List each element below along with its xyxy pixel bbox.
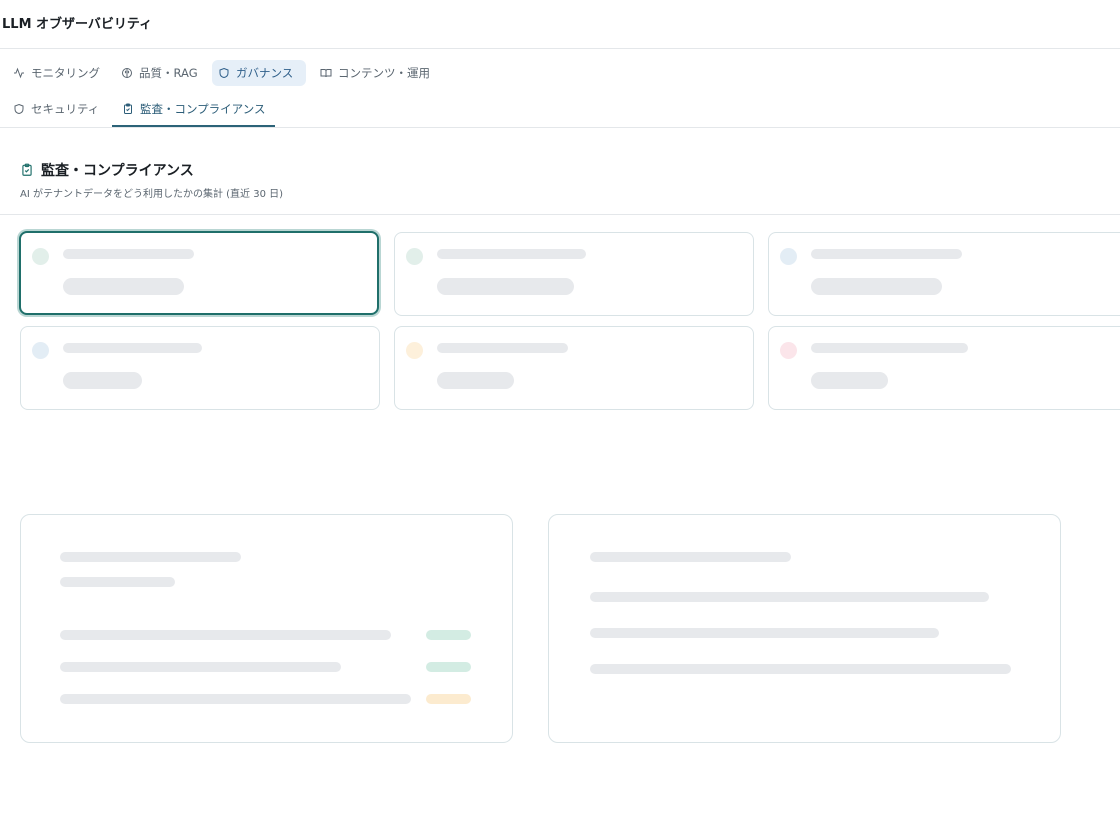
text-line-placeholder <box>590 592 989 602</box>
stat-card[interactable] <box>19 231 379 315</box>
shield-icon <box>219 67 229 79</box>
panel-title-placeholder <box>590 552 791 562</box>
book-icon <box>320 69 332 78</box>
stat-card[interactable] <box>768 326 1120 410</box>
brain-icon <box>122 68 132 78</box>
panel-subtitle-placeholder <box>60 577 175 587</box>
shield-icon <box>14 103 24 115</box>
tab-label: コンテンツ・運用 <box>338 66 430 80</box>
stat-icon-placeholder <box>780 248 797 265</box>
tab-content-ops[interactable]: コンテンツ・運用 <box>314 60 436 86</box>
tab-monitoring[interactable]: モニタリング <box>7 60 106 86</box>
clipboard-check-icon <box>124 103 132 114</box>
list-item-placeholder <box>60 662 341 672</box>
stat-value-placeholder <box>63 372 142 389</box>
stat-card[interactable] <box>394 326 754 410</box>
subtab-security[interactable]: セキュリティ <box>7 96 105 122</box>
panel-title-placeholder <box>60 552 241 562</box>
stat-card[interactable] <box>768 232 1120 316</box>
detail-panel <box>548 514 1061 743</box>
section-subtitle: AI がテナントデータをどう利用したかの集計 (直近 30 日) <box>20 189 284 200</box>
stat-label-placeholder <box>63 343 202 353</box>
list-item-placeholder <box>60 694 411 704</box>
tabs-divider <box>0 127 1120 128</box>
status-badge-placeholder <box>426 630 471 640</box>
list-item-placeholder <box>60 630 391 640</box>
summary-panel <box>20 514 513 743</box>
activity-icon <box>14 67 24 79</box>
stat-value-placeholder <box>437 372 514 389</box>
status-badge-placeholder <box>426 694 471 704</box>
stat-label-placeholder <box>437 249 586 259</box>
subtab-audit-compliance[interactable]: 監査・コンプライアンス <box>116 96 271 122</box>
stat-label-placeholder <box>811 249 962 259</box>
stat-icon-placeholder <box>32 248 49 265</box>
stat-value-placeholder <box>63 278 184 295</box>
tab-quality-rag[interactable]: 品質・RAG <box>115 60 204 86</box>
header-divider <box>0 48 1120 49</box>
stat-icon-placeholder <box>32 342 49 359</box>
subtab-label: セキュリティ <box>31 102 100 116</box>
stat-icon-placeholder <box>780 342 797 359</box>
stat-card[interactable] <box>394 232 754 316</box>
subtab-label: 監査・コンプライアンス <box>140 102 266 116</box>
clipboard-check-icon <box>22 163 32 176</box>
stat-label-placeholder <box>811 343 968 353</box>
stat-label-placeholder <box>63 249 194 259</box>
stat-value-placeholder <box>811 278 942 295</box>
tab-label: ガバナンス <box>236 66 294 80</box>
text-line-placeholder <box>590 664 1011 674</box>
status-badge-placeholder <box>426 662 471 672</box>
stat-card[interactable] <box>20 326 380 410</box>
text-line-placeholder <box>590 628 939 638</box>
tab-label: モニタリング <box>31 66 100 80</box>
section-title-text: 監査・コンプライアンス <box>41 163 194 179</box>
stat-value-placeholder <box>437 278 574 295</box>
stat-value-placeholder <box>811 372 888 389</box>
stat-label-placeholder <box>437 343 568 353</box>
stat-icon-placeholder <box>406 248 423 265</box>
app-title: LLM オブザーバビリティ <box>2 17 153 32</box>
tab-governance[interactable]: ガバナンス <box>212 60 306 86</box>
stat-icon-placeholder <box>406 342 423 359</box>
tab-label: 品質・RAG <box>139 66 198 80</box>
section-divider <box>0 214 1120 215</box>
section-title: 監査・コンプライアンス <box>20 160 194 180</box>
